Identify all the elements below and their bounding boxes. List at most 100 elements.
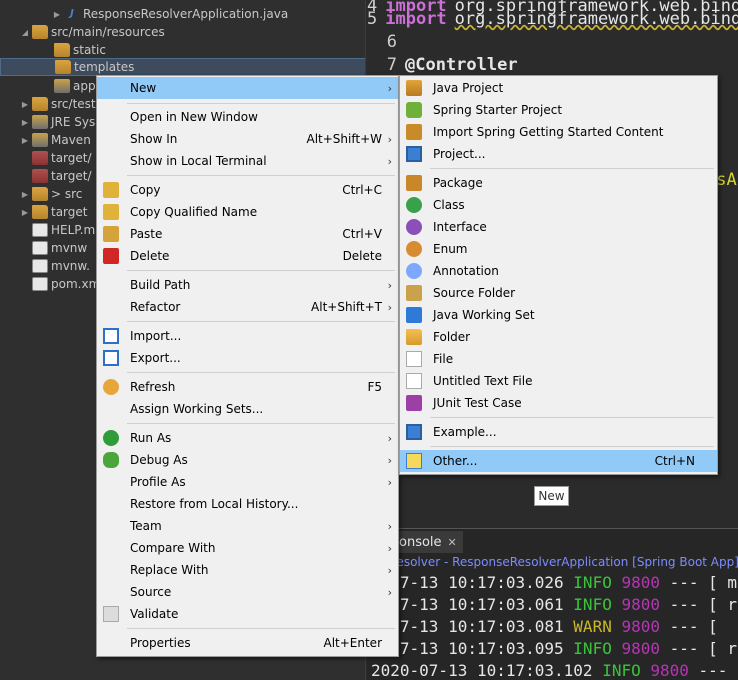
console-line: 0-07-13 10:17:03.026 INFO 9800 --- [ m xyxy=(371,573,738,592)
menu-item-compare-with[interactable]: Compare With › xyxy=(97,537,398,559)
tree-item-label: Maven xyxy=(51,133,91,147)
submenu-item-folder[interactable]: Folder xyxy=(400,326,717,348)
submenu-item-java-project[interactable]: Java Project xyxy=(400,77,717,99)
console-line: 0-07-13 10:17:03.095 INFO 9800 --- [ r xyxy=(371,639,738,658)
submenu-arrow-icon: › xyxy=(387,585,392,599)
menu-item-open-in-new-window[interactable]: Open in New Window xyxy=(97,106,398,128)
submenu-item-import-spring-content[interactable]: Import Spring Getting Started Content xyxy=(400,121,717,143)
tree-item-label: target/ xyxy=(51,151,92,165)
tree-item-label: target xyxy=(51,205,88,219)
expand-arrow-icon[interactable]: ▶ xyxy=(20,190,30,199)
code-keyword: import xyxy=(385,8,447,29)
run-icon xyxy=(103,430,119,446)
tree-item-label: target/ xyxy=(51,169,92,183)
tree-item-label: ResponseResolverApplication.java xyxy=(83,7,289,21)
menu-item-new[interactable]: New › xyxy=(97,77,398,99)
source-folder-icon xyxy=(406,285,422,301)
submenu-arrow-icon: › xyxy=(387,81,392,95)
menu-item-paste[interactable]: Paste Ctrl+V xyxy=(97,223,398,245)
tree-item-templates[interactable]: templates xyxy=(0,58,365,76)
menu-item-copy-qualified-name[interactable]: Copy Qualified Name xyxy=(97,201,398,223)
submenu-arrow-icon: › xyxy=(387,563,392,577)
submenu-item-spring-starter-project[interactable]: Spring Starter Project xyxy=(400,99,717,121)
tree-item-response-resolver-java[interactable]: ▶ J ResponseResolverApplication.java xyxy=(0,5,365,23)
code-annotation: @Controller xyxy=(405,54,518,75)
tree-item-src-main-resources[interactable]: ◢ src/main/resources xyxy=(0,23,365,41)
submenu-item-example[interactable]: Example... xyxy=(400,421,717,443)
menu-item-run-as[interactable]: Run As › xyxy=(97,427,398,449)
tree-item-label: > src xyxy=(51,187,83,201)
other-wizard-icon xyxy=(406,453,422,469)
tree-item-static[interactable]: static xyxy=(0,41,365,59)
submenu-item-source-folder[interactable]: Source Folder xyxy=(400,282,717,304)
submenu-item-package[interactable]: Package xyxy=(400,172,717,194)
submenu-item-class[interactable]: Class xyxy=(400,194,717,216)
collapse-arrow-icon[interactable]: ◢ xyxy=(20,28,30,37)
submenu-item-untitled-text-file[interactable]: Untitled Text File xyxy=(400,370,717,392)
menu-item-source[interactable]: Source › xyxy=(97,581,398,603)
submenu-item-project[interactable]: Project... xyxy=(400,143,717,165)
menu-item-profile-as[interactable]: Profile As › xyxy=(97,471,398,493)
menu-item-replace-with[interactable]: Replace With › xyxy=(97,559,398,581)
expand-arrow-icon[interactable]: ▶ xyxy=(20,118,30,127)
submenu-arrow-icon: › xyxy=(387,519,392,533)
tree-item-label: pom.xm xyxy=(51,277,101,291)
tree-item-label: JRE Sys xyxy=(51,115,96,129)
menu-separator xyxy=(430,446,714,447)
menu-item-delete[interactable]: Delete Delete xyxy=(97,245,398,267)
paste-icon xyxy=(103,226,119,242)
copy-qualified-name-icon xyxy=(103,204,119,220)
submenu-arrow-icon: › xyxy=(387,431,392,445)
menu-item-debug-as[interactable]: Debug As › xyxy=(97,449,398,471)
submenu-item-interface[interactable]: Interface xyxy=(400,216,717,238)
menu-item-copy[interactable]: Copy Ctrl+C xyxy=(97,179,398,201)
submenu-item-annotation[interactable]: Annotation xyxy=(400,260,717,282)
junit-icon xyxy=(406,395,422,411)
import-icon xyxy=(103,328,119,344)
menu-item-refresh[interactable]: Refresh F5 xyxy=(97,376,398,398)
expand-arrow-icon[interactable]: ▶ xyxy=(20,136,30,145)
menu-item-build-path[interactable]: Build Path › xyxy=(97,274,398,296)
file-icon xyxy=(32,259,48,273)
menu-item-show-in-local-terminal[interactable]: Show in Local Terminal › xyxy=(97,150,398,172)
submenu-item-java-working-set[interactable]: Java Working Set xyxy=(400,304,717,326)
menu-item-properties[interactable]: Properties Alt+Enter xyxy=(97,632,398,654)
code-text: org.springframework.web.bind.a xyxy=(454,8,738,29)
folder-icon xyxy=(406,329,422,345)
code-line: 5 import org.springframework.web.bind.a xyxy=(367,7,738,30)
console-line: 0-07-13 10:17:03.061 INFO 9800 --- [ r xyxy=(371,595,738,614)
java-file-icon: J xyxy=(64,7,80,21)
submenu-arrow-icon: › xyxy=(387,475,392,489)
submenu-item-other[interactable]: Other... Ctrl+N xyxy=(400,450,717,472)
menu-item-export[interactable]: Export... xyxy=(97,347,398,369)
folder-icon xyxy=(54,43,70,57)
console-tab-label: onsole xyxy=(399,534,442,550)
folder-icon xyxy=(32,205,48,219)
menu-separator xyxy=(430,168,714,169)
submenu-item-file[interactable]: File xyxy=(400,348,717,370)
menu-item-validate[interactable]: Validate xyxy=(97,603,398,625)
console-line: 0-07-13 10:17:03.081 WARN 9800 --- [ xyxy=(371,617,718,636)
menu-item-team[interactable]: Team › xyxy=(97,515,398,537)
tree-item-label: HELP.m xyxy=(51,223,96,237)
submenu-item-junit-test-case[interactable]: JUnit Test Case xyxy=(400,392,717,414)
xml-file-icon xyxy=(32,277,48,291)
close-icon[interactable]: ✕ xyxy=(448,536,457,549)
menu-item-show-in[interactable]: Show In Alt+Shift+W › xyxy=(97,128,398,150)
menu-item-assign-working-sets[interactable]: Assign Working Sets... xyxy=(97,398,398,420)
menu-separator xyxy=(430,417,714,418)
expand-arrow-icon[interactable]: ▶ xyxy=(52,10,62,19)
expand-arrow-icon[interactable]: ▶ xyxy=(20,100,30,109)
menu-item-import[interactable]: Import... xyxy=(97,325,398,347)
spring-starter-icon xyxy=(406,102,422,118)
submenu-arrow-icon: › xyxy=(387,453,392,467)
expand-arrow-icon[interactable]: ▶ xyxy=(20,208,30,217)
library-icon xyxy=(32,133,48,147)
code-line: 7 @Controller xyxy=(367,53,738,76)
submenu-item-enum[interactable]: Enum xyxy=(400,238,717,260)
jar-icon xyxy=(32,169,48,183)
debug-icon xyxy=(103,452,119,468)
menu-item-restore-local-history[interactable]: Restore from Local History... xyxy=(97,493,398,515)
tree-item-label: src/test xyxy=(51,97,96,111)
menu-item-refactor[interactable]: Refactor Alt+Shift+T › xyxy=(97,296,398,318)
